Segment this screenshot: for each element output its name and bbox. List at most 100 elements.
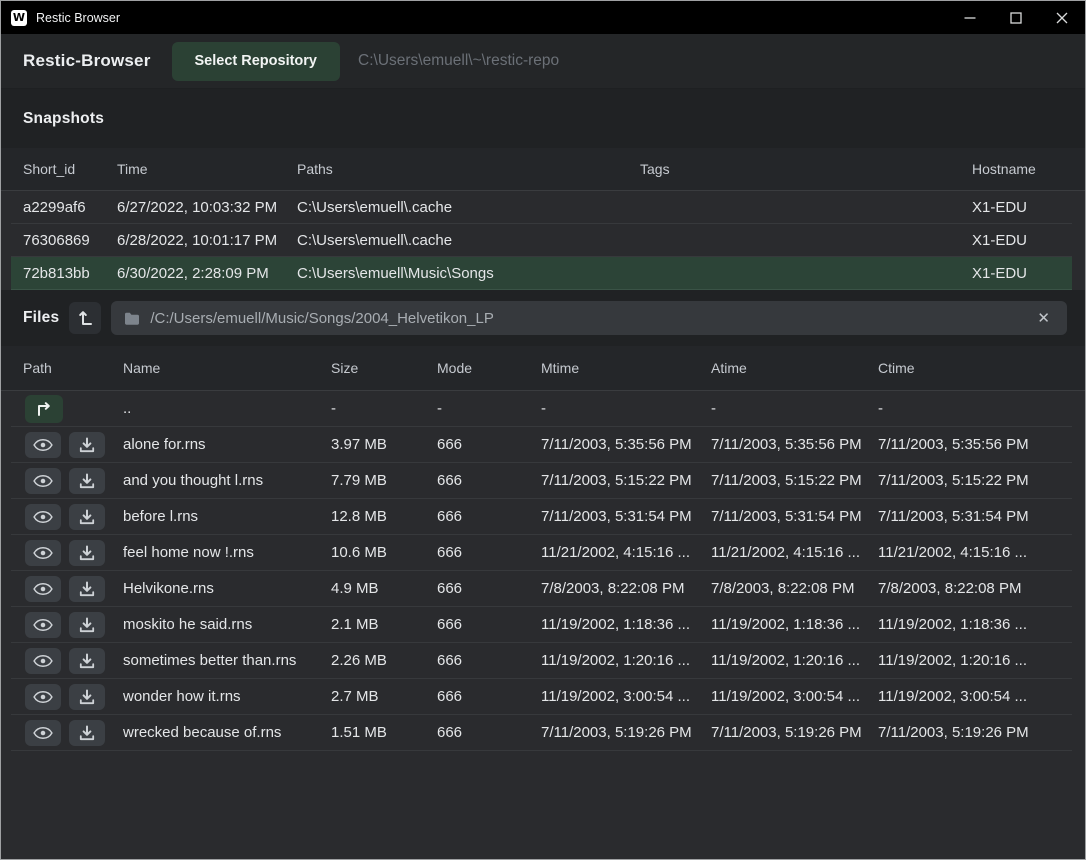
download-file-button[interactable]: [69, 576, 105, 602]
snapshot-short-id: a2299af6: [11, 199, 117, 216]
snapshot-time: 6/30/2022, 2:28:09 PM: [117, 265, 297, 282]
file-size: 4.9 MB: [331, 580, 437, 597]
download-icon: [79, 545, 95, 561]
file-row: sometimes better than.rns 2.26 MB 666 11…: [11, 643, 1072, 679]
file-size: -: [331, 400, 437, 417]
snapshot-row[interactable]: 76306869 6/28/2022, 10:01:17 PM C:\Users…: [11, 224, 1072, 257]
eye-icon: [33, 726, 53, 740]
file-atime: -: [711, 400, 878, 417]
file-size: 3.97 MB: [331, 436, 437, 453]
file-size: 2.1 MB: [331, 616, 437, 633]
file-ctime: 7/11/2003, 5:19:26 PM: [878, 724, 1072, 741]
eye-icon: [33, 546, 53, 560]
snapshots-table-header: Short_id Time Paths Tags Hostname: [1, 148, 1085, 191]
eye-icon: [33, 654, 53, 668]
preview-file-button[interactable]: [25, 612, 61, 638]
file-name: alone for.rns: [123, 436, 331, 453]
file-mtime: -: [541, 400, 711, 417]
column-header-mtime: Mtime: [541, 346, 711, 390]
go-to-parent-button[interactable]: [25, 395, 63, 423]
snapshot-row[interactable]: a2299af6 6/27/2022, 10:03:32 PM C:\Users…: [11, 191, 1072, 224]
file-row: wrecked because of.rns 1.51 MB 666 7/11/…: [11, 715, 1072, 751]
file-size: 2.7 MB: [331, 688, 437, 705]
snapshot-hostname: X1-EDU: [972, 265, 1072, 282]
current-path-text: /C:/Users/emuell/Music/Songs/2004_Helvet…: [150, 310, 494, 327]
download-file-button[interactable]: [69, 540, 105, 566]
titlebar: W Restic Browser: [1, 1, 1085, 34]
column-header-mode: Mode: [437, 346, 541, 390]
file-size: 7.79 MB: [331, 472, 437, 489]
snapshots-section-header: Snapshots: [1, 89, 1085, 148]
column-header-paths: Paths: [297, 148, 640, 190]
level-up-button[interactable]: [69, 302, 101, 334]
column-header-atime: Atime: [711, 346, 878, 390]
file-mode: 666: [437, 724, 541, 741]
file-mtime: 11/19/2002, 3:00:54 ...: [541, 688, 711, 705]
download-file-button[interactable]: [69, 684, 105, 710]
eye-icon: [33, 690, 53, 704]
file-size: 2.26 MB: [331, 652, 437, 669]
close-button[interactable]: [1039, 1, 1085, 34]
current-path-input[interactable]: /C:/Users/emuell/Music/Songs/2004_Helvet…: [111, 301, 1067, 335]
file-actions: [11, 684, 123, 710]
app-title: Restic-Browser: [23, 51, 151, 71]
file-name: Helvikone.rns: [123, 580, 331, 597]
file-mtime: 11/19/2002, 1:20:16 ...: [541, 652, 711, 669]
preview-file-button[interactable]: [25, 684, 61, 710]
preview-file-button[interactable]: [25, 432, 61, 458]
file-mode: 666: [437, 688, 541, 705]
download-file-button[interactable]: [69, 720, 105, 746]
file-atime: 11/19/2002, 1:18:36 ...: [711, 616, 878, 633]
column-header-time: Time: [117, 148, 297, 190]
snapshot-paths: C:\Users\emuell\Music\Songs: [297, 265, 640, 282]
file-name: before l.rns: [123, 508, 331, 525]
file-mtime: 11/21/2002, 4:15:16 ...: [541, 544, 711, 561]
preview-file-button[interactable]: [25, 504, 61, 530]
file-name: wonder how it.rns: [123, 688, 331, 705]
file-size: 10.6 MB: [331, 544, 437, 561]
file-atime: 11/19/2002, 1:20:16 ...: [711, 652, 878, 669]
file-atime: 11/19/2002, 3:00:54 ...: [711, 688, 878, 705]
file-row: Helvikone.rns 4.9 MB 666 7/8/2003, 8:22:…: [11, 571, 1072, 607]
file-ctime: 11/19/2002, 1:20:16 ...: [878, 652, 1072, 669]
snapshot-hostname: X1-EDU: [972, 232, 1072, 249]
eye-icon: [33, 474, 53, 488]
preview-file-button[interactable]: [25, 468, 61, 494]
file-mode: 666: [437, 544, 541, 561]
column-header-path: Path: [11, 346, 123, 390]
download-file-button[interactable]: [69, 468, 105, 494]
maximize-icon: [1010, 12, 1022, 24]
file-mtime: 7/11/2003, 5:31:54 PM: [541, 508, 711, 525]
file-ctime: 7/11/2003, 5:31:54 PM: [878, 508, 1072, 525]
maximize-button[interactable]: [993, 1, 1039, 34]
column-header-size: Size: [331, 346, 437, 390]
select-repository-button[interactable]: Select Repository: [172, 42, 341, 81]
file-mtime: 7/11/2003, 5:35:56 PM: [541, 436, 711, 453]
download-file-button[interactable]: [69, 612, 105, 638]
file-actions: [11, 504, 123, 530]
snapshot-row[interactable]: 72b813bb 6/30/2022, 2:28:09 PM C:\Users\…: [11, 257, 1072, 290]
preview-file-button[interactable]: [25, 576, 61, 602]
download-icon: [79, 437, 95, 453]
titlebar-left: W Restic Browser: [1, 10, 947, 26]
preview-file-button[interactable]: [25, 648, 61, 674]
preview-file-button[interactable]: [25, 540, 61, 566]
eye-icon: [33, 582, 53, 596]
snapshot-time: 6/28/2022, 10:01:17 PM: [117, 232, 297, 249]
download-file-button[interactable]: [69, 504, 105, 530]
file-actions: [11, 612, 123, 638]
preview-file-button[interactable]: [25, 720, 61, 746]
download-file-button[interactable]: [69, 432, 105, 458]
download-icon: [79, 581, 95, 597]
file-size: 12.8 MB: [331, 508, 437, 525]
file-mode: 666: [437, 652, 541, 669]
clear-path-icon[interactable]: ✕: [1033, 309, 1054, 328]
file-atime: 7/11/2003, 5:15:22 PM: [711, 472, 878, 489]
file-name: feel home now !.rns: [123, 544, 331, 561]
column-header-short-id: Short_id: [11, 148, 117, 190]
download-file-button[interactable]: [69, 648, 105, 674]
minimize-button[interactable]: [947, 1, 993, 34]
file-mode: 666: [437, 616, 541, 633]
file-atime: 7/8/2003, 8:22:08 PM: [711, 580, 878, 597]
snapshots-table: Short_id Time Paths Tags Hostname a2299a…: [1, 148, 1085, 290]
